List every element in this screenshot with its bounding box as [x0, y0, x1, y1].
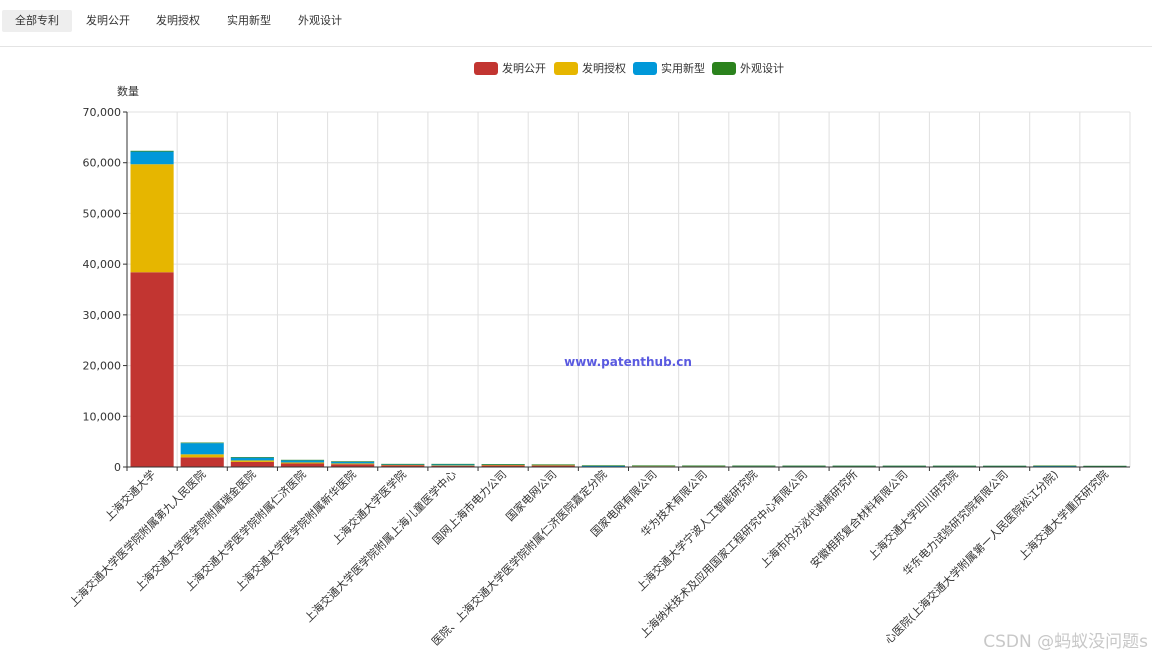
x-tick-label: 国家电网公司	[503, 467, 560, 524]
chart-axes: 0 10,000 20,000 30,000 40,000 50,000 60,000 70,…	[66, 106, 1130, 648]
bar-segment[interactable]	[331, 461, 375, 462]
y-tick-label: 60,000	[83, 157, 122, 170]
bar-segment[interactable]	[331, 463, 375, 465]
bar-segment[interactable]	[381, 463, 425, 465]
bar-segment[interactable]	[431, 463, 475, 465]
y-tick-label: 40,000	[83, 258, 122, 271]
bar-segment[interactable]	[130, 272, 174, 467]
x-tick-label: 心医院(上海交通大学附属第一人民医院松江分院)	[882, 467, 1061, 646]
y-tick-label: 10,000	[83, 410, 122, 423]
bar-segment[interactable]	[1083, 465, 1127, 467]
legend-label[interactable]: 外观设计	[740, 62, 784, 75]
patent-bar-chart: 0 10,000 20,000 30,000 40,000 50,000 60,000 70,…	[66, 61, 1131, 648]
x-tick-label: 上海交通大学重庆研究院	[1016, 467, 1111, 562]
bar-segment[interactable]	[280, 463, 325, 467]
bar-segment[interactable]	[932, 465, 977, 467]
y-tick-label: 70,000	[83, 106, 122, 119]
x-tick-label: 华东电力试验研究院有限公司	[900, 467, 1011, 578]
x-tick-label: 上海市内分泌代谢病研究所	[757, 467, 860, 570]
tab-invention-granted[interactable]: 发明授权	[145, 10, 211, 32]
bar-segment[interactable]	[581, 465, 625, 466]
bar-segment[interactable]	[1033, 465, 1077, 467]
legend-swatch[interactable]	[633, 62, 657, 75]
x-tick-label: 医院、上海交通大学医学院附属仁济医院嘉定分院	[429, 467, 610, 648]
bar-segment[interactable]	[431, 464, 475, 466]
bar-segment[interactable]	[180, 457, 224, 467]
site-watermark: www.patenthub.cn	[564, 355, 692, 369]
tab-design[interactable]: 外观设计	[287, 10, 353, 32]
legend-label[interactable]: 实用新型	[661, 61, 705, 75]
tab-invention-published[interactable]: 发明公开	[75, 10, 141, 32]
x-tick-label: 上海纳米技术及应用国家工程研究中心有限公司	[637, 467, 810, 640]
x-tick-label: 上海交通大学四川研究院	[865, 467, 960, 562]
bar-segment[interactable]	[481, 464, 525, 465]
bar-segment[interactable]	[180, 442, 224, 444]
bar-segment[interactable]	[230, 461, 274, 467]
bar-segment[interactable]	[782, 465, 826, 467]
legend-label[interactable]: 发明授权	[582, 61, 626, 75]
bar-segment[interactable]	[280, 459, 325, 461]
legend-swatch[interactable]	[712, 62, 736, 75]
bar-segment[interactable]	[280, 460, 325, 463]
chart-grid	[126, 111, 1131, 468]
bar-segment[interactable]	[130, 164, 174, 273]
bar-segment[interactable]	[230, 460, 274, 462]
bar-segment[interactable]	[531, 464, 575, 466]
y-axis-title: 数量	[117, 85, 139, 98]
csdn-watermark: CSDN @蚂蚁没问题s	[983, 632, 1148, 652]
chart-legend: 发明公开 发明授权 实用新型 外观设计	[474, 61, 784, 75]
x-tick-label: 上海交通大学	[102, 467, 159, 524]
y-tick-label: 20,000	[83, 360, 122, 373]
x-tick-label: 安徽相邦复合材料有限公司	[807, 467, 910, 570]
bar-segment[interactable]	[682, 465, 726, 467]
bar-segment[interactable]	[280, 462, 325, 464]
bar-segment[interactable]	[983, 465, 1027, 467]
y-tick-label: 30,000	[83, 309, 122, 322]
filter-tab-bar: 全部专利 发明公开 发明授权 实用新型 外观设计	[0, 0, 1152, 47]
bar-segment[interactable]	[230, 457, 274, 461]
bar-segment[interactable]	[632, 465, 676, 467]
bar-segment[interactable]	[130, 151, 174, 165]
bar-segment[interactable]	[581, 465, 625, 467]
bar-segment[interactable]	[832, 465, 876, 467]
y-tick-label: 50,000	[83, 207, 122, 220]
legend-label[interactable]: 发明公开	[502, 61, 546, 75]
y-tick-label: 0	[114, 461, 121, 474]
legend-swatch[interactable]	[474, 62, 498, 75]
bar-segment[interactable]	[230, 457, 274, 458]
tab-all-patents[interactable]: 全部专利	[2, 10, 72, 32]
bar-segment[interactable]	[180, 443, 224, 455]
bar-segment[interactable]	[180, 454, 224, 458]
bar-segment[interactable]	[130, 150, 174, 152]
bar-segment[interactable]	[331, 461, 375, 464]
tab-utility-model[interactable]: 实用新型	[216, 10, 282, 32]
bar-segment[interactable]	[732, 465, 776, 467]
bar-segment[interactable]	[882, 465, 926, 467]
legend-swatch[interactable]	[554, 62, 578, 75]
